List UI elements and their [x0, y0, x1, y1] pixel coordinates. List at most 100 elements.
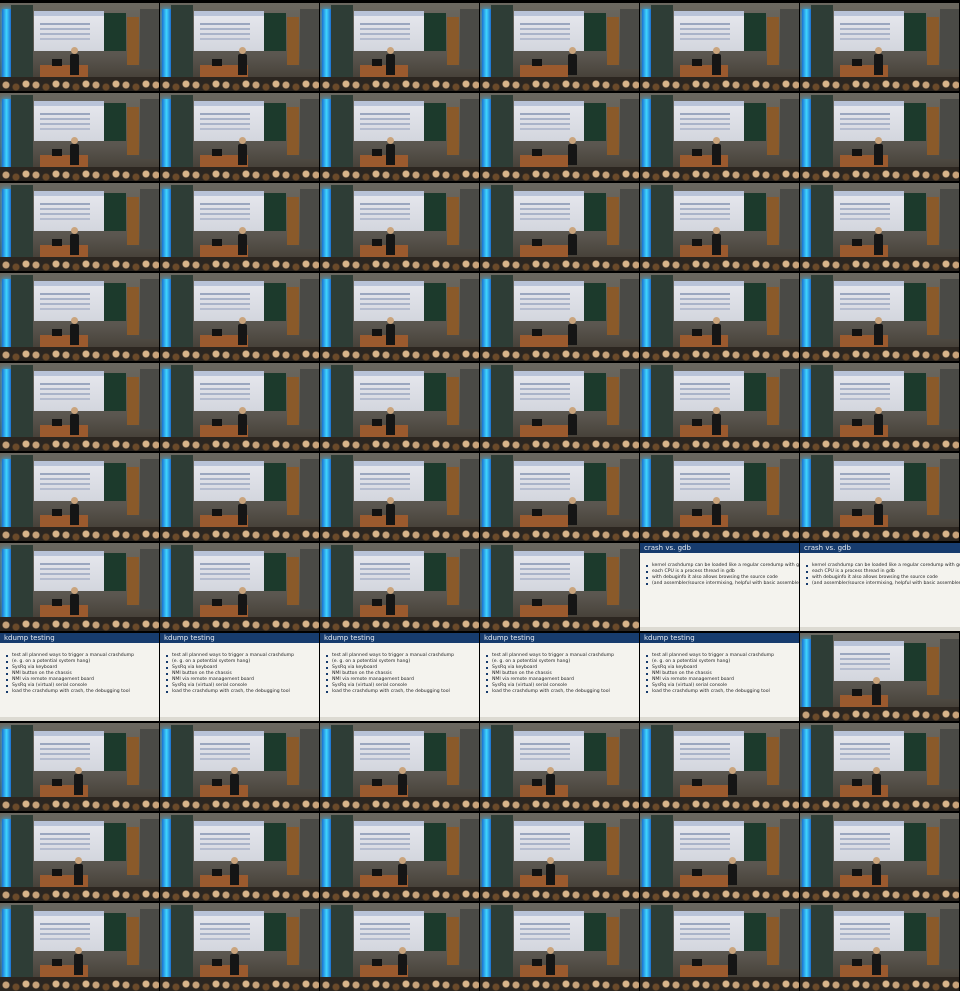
- video-frame-thumbnail: [320, 903, 479, 991]
- audience: [480, 437, 639, 451]
- speaker: [568, 317, 577, 345]
- video-frame-thumbnail: [480, 183, 639, 271]
- speaker: [386, 137, 395, 165]
- speaker: [712, 317, 721, 345]
- video-frame-thumbnail: [320, 3, 479, 91]
- audience: [320, 437, 479, 451]
- blue-light-column: [642, 909, 651, 987]
- audience: [0, 347, 159, 361]
- speaker: [230, 857, 239, 885]
- speaker: [70, 407, 79, 435]
- speaker: [874, 317, 883, 345]
- audience: [800, 977, 959, 991]
- audience: [160, 347, 319, 361]
- projection-screen: [834, 821, 904, 861]
- speaker: [386, 47, 395, 75]
- speaker: [874, 407, 883, 435]
- projection-screen: [34, 731, 104, 771]
- audience: [0, 77, 159, 91]
- speaker: [70, 497, 79, 525]
- audience: [480, 527, 639, 541]
- projection-screen: [194, 191, 264, 231]
- projection-screen: [674, 461, 744, 501]
- video-frame-thumbnail: [0, 903, 159, 991]
- video-frame-thumbnail: [640, 363, 799, 451]
- projection-screen: [194, 911, 264, 951]
- speaker: [728, 947, 737, 975]
- audience: [640, 347, 799, 361]
- projection-screen: [34, 281, 104, 321]
- audience: [0, 617, 159, 631]
- audience: [0, 887, 159, 901]
- projection-screen: [354, 551, 424, 591]
- speaker: [238, 317, 247, 345]
- projection-screen: [34, 551, 104, 591]
- audience: [800, 887, 959, 901]
- video-frame-thumbnail: [160, 3, 319, 91]
- speaker: [386, 227, 395, 255]
- video-frame-thumbnail: [0, 93, 159, 181]
- blue-light-column: [162, 99, 171, 177]
- blue-light-column: [2, 549, 11, 627]
- presentation-slide-frame: kdump testing test all planned ways to tr…: [160, 633, 319, 721]
- video-frame-thumbnail: [480, 273, 639, 361]
- speaker: [70, 47, 79, 75]
- blue-light-column: [2, 729, 11, 807]
- audience: [0, 527, 159, 541]
- speaker: [568, 227, 577, 255]
- projection-screen: [34, 371, 104, 411]
- blue-light-column: [482, 729, 491, 807]
- slide-title: crash vs. gdb: [800, 543, 960, 553]
- projection-screen: [674, 371, 744, 411]
- presentation-slide-frame: kdump testing test all planned ways to tr…: [480, 633, 639, 721]
- video-frame-thumbnail: [640, 93, 799, 181]
- video-frame-thumbnail: [640, 273, 799, 361]
- blue-light-column: [162, 9, 171, 87]
- projection-screen: [34, 821, 104, 861]
- blue-light-column: [2, 279, 11, 357]
- blue-light-column: [802, 279, 811, 357]
- audience: [480, 617, 639, 631]
- video-frame-thumbnail: [0, 813, 159, 901]
- audience: [640, 167, 799, 181]
- speaker: [238, 137, 247, 165]
- presentation-slide-frame: kdump testing test all planned ways to tr…: [320, 633, 479, 721]
- audience: [800, 527, 959, 541]
- audience: [160, 617, 319, 631]
- blue-light-column: [322, 9, 331, 87]
- audience: [320, 347, 479, 361]
- audience: [0, 437, 159, 451]
- slide-bullet: load the crashdump with crash, the debug…: [6, 689, 159, 695]
- audience: [800, 347, 959, 361]
- video-frame-thumbnail: [320, 543, 479, 631]
- speaker: [238, 407, 247, 435]
- speaker: [74, 767, 83, 795]
- audience: [800, 707, 959, 721]
- blue-light-column: [802, 369, 811, 447]
- speaker: [386, 587, 395, 615]
- projection-screen: [674, 11, 744, 51]
- projection-screen: [674, 911, 744, 951]
- video-frame-thumbnail: [0, 453, 159, 541]
- projection-screen: [514, 461, 584, 501]
- projection-screen: [514, 371, 584, 411]
- projection-screen: [514, 101, 584, 141]
- video-frame-thumbnail: [480, 93, 639, 181]
- speaker: [874, 227, 883, 255]
- speaker: [874, 497, 883, 525]
- blue-light-column: [162, 279, 171, 357]
- speaker: [872, 677, 881, 705]
- video-frame-thumbnail: [800, 903, 959, 991]
- speaker: [238, 47, 247, 75]
- blue-light-column: [642, 189, 651, 267]
- blue-light-column: [482, 189, 491, 267]
- blue-light-column: [2, 459, 11, 537]
- video-frame-thumbnail: [320, 93, 479, 181]
- video-frame-thumbnail: [800, 813, 959, 901]
- speaker: [398, 767, 407, 795]
- video-frame-thumbnail: [640, 3, 799, 91]
- audience: [640, 797, 799, 811]
- video-frame-thumbnail: [160, 543, 319, 631]
- blue-light-column: [2, 369, 11, 447]
- projection-screen: [834, 11, 904, 51]
